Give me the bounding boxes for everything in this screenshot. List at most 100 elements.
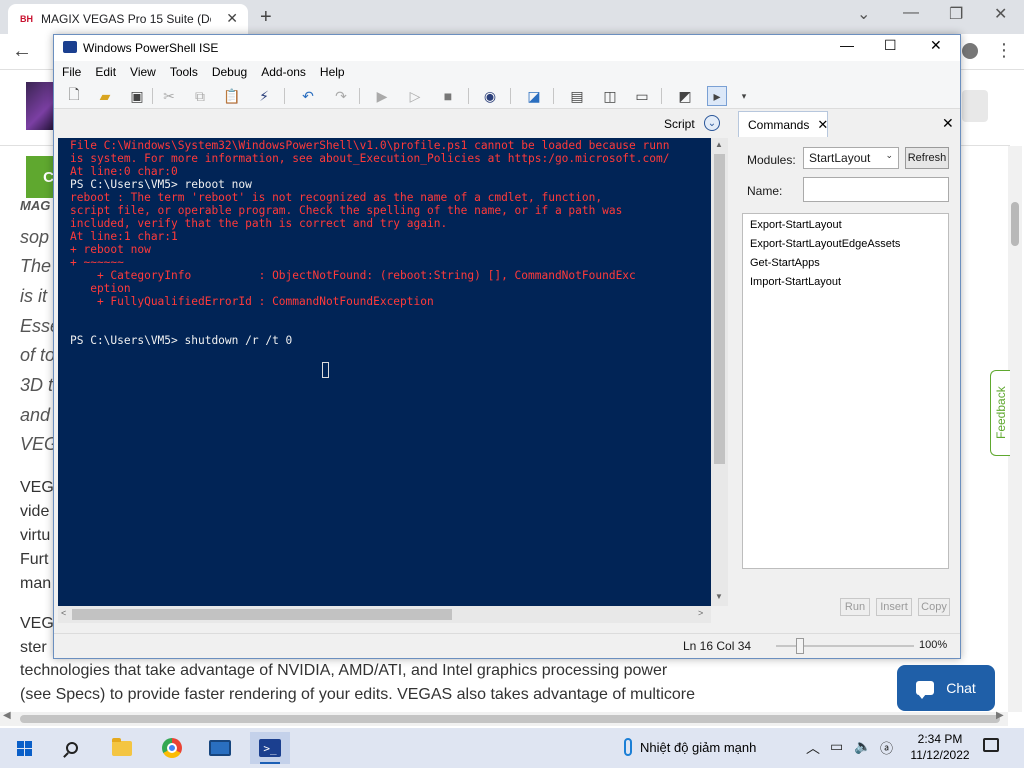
menu-tools[interactable]: Tools	[170, 65, 198, 79]
console-pane[interactable]: File C:\Windows\System32\WindowsPowerShe…	[58, 138, 711, 606]
modules-selected-value: StartLayout	[809, 151, 871, 165]
close-icon[interactable]: ✕	[930, 37, 942, 54]
open-folder-icon[interactable]: ▰	[95, 86, 115, 106]
run-selection-icon[interactable]: ▷	[405, 86, 425, 106]
taskbar-clock[interactable]: 2:34 PM 11/12/2022	[908, 731, 972, 763]
scroll-left-icon[interactable]: ◀	[3, 710, 11, 721]
zoom-slider-handle[interactable]	[796, 638, 804, 654]
copy-button[interactable]: Copy	[918, 598, 950, 616]
taskbar-powershell-ise[interactable]: >_	[250, 732, 290, 764]
page-green-button[interactable]: C	[26, 156, 56, 198]
volume-icon[interactable]: 🔈	[854, 738, 871, 755]
save-icon[interactable]: ▣	[127, 86, 147, 106]
scroll-right-icon[interactable]: >	[698, 608, 703, 618]
command-item[interactable]: Export-StartLayout	[750, 216, 948, 235]
stop-icon[interactable]: ■	[438, 86, 458, 106]
copy-icon[interactable]: ⧉	[190, 86, 210, 106]
page-horizontal-scrollbar[interactable]: ◀ ▶	[0, 710, 1008, 726]
display-icon[interactable]: ▭	[830, 738, 843, 755]
scroll-up-icon[interactable]: ▲	[715, 140, 723, 149]
minimize-icon[interactable]: —	[903, 4, 919, 22]
profile-avatar-icon[interactable]	[962, 43, 978, 59]
command-item[interactable]: Export-StartLayoutEdgeAssets	[750, 235, 948, 254]
taskbar-remote-desktop[interactable]	[200, 732, 240, 764]
maximize-icon[interactable]: ☐	[884, 37, 897, 54]
console-vertical-scrollbar[interactable]: ▲ ▼	[711, 138, 728, 606]
taskbar-chrome[interactable]	[152, 732, 192, 764]
cut-icon[interactable]: ✂	[159, 86, 179, 106]
ise-titlebar[interactable]: Windows PowerShell ISE — ☐ ✕	[54, 35, 960, 61]
notifications-icon[interactable]	[983, 738, 999, 752]
page-text-fragment: vide	[20, 503, 50, 520]
close-icon[interactable]: ✕	[994, 4, 1007, 24]
minimize-icon[interactable]: —	[840, 37, 854, 53]
keyboard-language-icon[interactable]: ⓐ	[880, 738, 893, 757]
run-script-icon[interactable]: ▶	[372, 86, 392, 106]
tab-close-icon[interactable]: ✕	[226, 10, 238, 27]
commands-tab[interactable]: Commands ✕	[738, 111, 828, 137]
restore-icon[interactable]: ❐	[949, 4, 963, 24]
insert-button[interactable]: Insert	[876, 598, 912, 616]
modules-dropdown[interactable]: StartLayout ⌄	[803, 147, 899, 169]
name-filter-input[interactable]	[803, 177, 949, 202]
scroll-left-icon[interactable]: <	[61, 608, 66, 618]
start-powershell-icon[interactable]: ◪	[524, 86, 544, 106]
layout-right-icon[interactable]: ◫	[600, 86, 620, 106]
refresh-button[interactable]: Refresh	[905, 147, 949, 169]
tab-search-chevron-icon[interactable]: ⌄	[857, 4, 870, 24]
close-pane-icon[interactable]: ✕	[942, 115, 954, 132]
paste-icon[interactable]: 📋	[222, 86, 242, 106]
taskbar-file-explorer[interactable]	[102, 732, 142, 764]
undo-icon[interactable]: ↶	[298, 86, 318, 106]
show-script-pane-icon[interactable]: ◩	[675, 86, 695, 106]
scrollbar-thumb[interactable]	[20, 715, 1000, 723]
close-tab-icon[interactable]: ✕	[817, 117, 828, 133]
search-button[interactable]	[52, 732, 92, 764]
menu-debug[interactable]: Debug	[212, 65, 247, 79]
file-explorer-icon	[112, 737, 132, 756]
menu-addons[interactable]: Add-ons	[261, 65, 306, 79]
zoom-level: 100%	[919, 639, 948, 651]
weather-widget[interactable]: Nhiệt độ giảm mạnh	[624, 738, 756, 756]
page-text-fragment: and	[20, 405, 51, 425]
menu-kebab-icon[interactable]: ⋮	[995, 40, 1013, 61]
remote-tab-icon[interactable]: ◉	[480, 86, 500, 106]
show-commands-icon[interactable]: ▸	[707, 86, 727, 106]
scrollbar-thumb[interactable]	[714, 154, 725, 464]
remote-desktop-icon	[209, 740, 231, 756]
clear-console-icon[interactable]: ⚡	[254, 86, 274, 106]
new-tab-button[interactable]: +	[260, 6, 272, 29]
show-script-chevron-icon[interactable]: ⌄	[704, 115, 720, 131]
console-horizontal-scrollbar[interactable]: < >	[58, 606, 711, 623]
menu-help[interactable]: Help	[320, 65, 345, 79]
layout-top-icon[interactable]: ▤	[567, 86, 587, 106]
layout-maximized-icon[interactable]: ▭	[632, 86, 652, 106]
redo-icon[interactable]: ↷	[331, 86, 351, 106]
command-item[interactable]: Import-StartLayout	[750, 273, 948, 292]
search-icon	[66, 742, 78, 754]
scrollbar-thumb[interactable]	[72, 609, 452, 620]
feedback-tab[interactable]: Feedback	[990, 370, 1010, 456]
ise-toolbar: 🗋 ▰ ▣ ✂ ⧉ 📋 ⚡ ↶ ↷ ▶ ▷ ■ ◉ ◪ ▤ ◫ ▭ ◩ ▸ ▾	[54, 83, 960, 109]
run-button[interactable]: Run	[840, 598, 870, 616]
menu-file[interactable]: File	[62, 65, 81, 79]
browser-tab[interactable]: BH MAGIX VEGAS Pro 15 Suite (Dow ✕	[8, 4, 248, 34]
new-file-icon[interactable]: 🗋	[64, 86, 84, 106]
chat-button[interactable]: Chat	[897, 665, 995, 711]
scroll-right-icon[interactable]: ▶	[996, 710, 1004, 721]
command-item[interactable]: Get-StartApps	[750, 254, 948, 273]
toolbar-overflow-icon[interactable]: ▾	[734, 86, 754, 106]
text-cursor-icon	[322, 362, 329, 378]
menu-edit[interactable]: Edit	[95, 65, 116, 79]
header-button[interactable]	[962, 90, 988, 122]
back-arrow-icon[interactable]: ←	[12, 40, 32, 63]
tray-overflow-chevron-icon[interactable]: ︿	[806, 738, 820, 758]
start-button[interactable]	[4, 732, 44, 764]
page-vertical-scrollbar[interactable]	[1008, 146, 1022, 712]
scroll-down-icon[interactable]: ▼	[715, 592, 723, 601]
scrollbar-thumb[interactable]	[1011, 202, 1019, 246]
page-text-fragment: sop	[20, 227, 50, 247]
menu-view[interactable]: View	[130, 65, 156, 79]
toolbar-separator	[152, 88, 153, 104]
